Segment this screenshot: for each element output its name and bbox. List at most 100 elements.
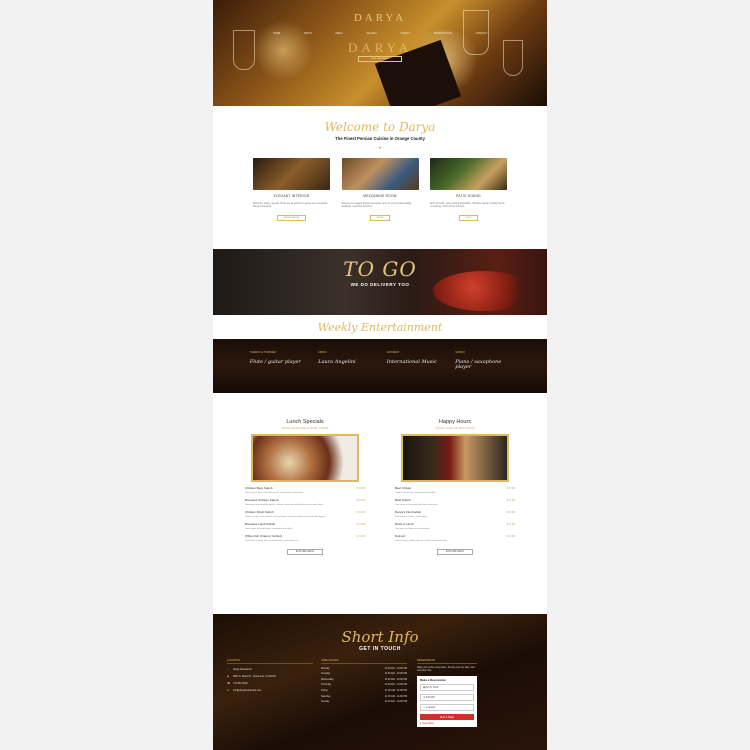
page: DARYA Home About Menu Gallery Events Res… <box>213 0 547 750</box>
room-name: Mezzanine Room <box>363 194 397 198</box>
item-name: Boneless Lamb Kabob <box>245 522 276 527</box>
room-button[interactable]: Visit <box>458 215 479 221</box>
menu-title: Happy Hours <box>438 419 472 425</box>
nav-item[interactable]: Events <box>401 32 411 35</box>
item-price: $ 5.95 <box>506 486 515 490</box>
item-name: Boneless Chicken Kabob <box>245 498 279 503</box>
hours-day: Wednesday <box>321 677 334 681</box>
menu-item: Beef Kabob $ 5.95 Two skewers of ground b… <box>395 498 515 506</box>
short-info-section: Short Info GET IN TOUCH Location ⌂ Darya … <box>213 614 547 750</box>
menu-image <box>251 434 359 482</box>
menu-item: Boneless Chicken Kabob $ 8.95 Deliciously… <box>245 498 365 506</box>
entertainment-day: Saturday <box>386 351 400 354</box>
time-field[interactable]: ◷ 6:00 PM <box>420 693 474 702</box>
hours-time: 11:30 AM - 11:00 PM <box>384 694 407 698</box>
location-line[interactable]: ☎ 714.557.6600 <box>227 682 313 685</box>
hero-menu-button[interactable]: Explore Menu <box>358 56 402 62</box>
entertainment-item: Sunday Piano / saxophone player <box>455 351 510 393</box>
weekly-title: Weekly Entertainment <box>317 321 443 334</box>
entertainment-act: Flute / guitar player <box>249 359 301 365</box>
hours-time: 11:30 AM - 10:00 PM <box>384 683 407 687</box>
item-price: $ 8.95 <box>356 498 365 503</box>
nav-item[interactable]: Menu <box>336 32 343 35</box>
nav-item[interactable]: Contact <box>476 32 487 35</box>
entertainment-item: Friday Laura Angelini <box>318 351 373 393</box>
room-button[interactable]: Reservation <box>276 215 307 221</box>
party-value: 2 people <box>426 706 436 710</box>
info-columns: Location ⌂ Darya Restaurant ◉ 3800 S. Plaz… <box>213 652 547 728</box>
entertainment-day: Tuesday & Thursday <box>249 351 277 354</box>
hours-day: Tuesday <box>321 672 331 676</box>
nav-item[interactable]: Gallery <box>366 32 377 35</box>
item-name: White Fish (Fried or Grilled) <box>245 534 282 539</box>
hours-day: Friday <box>321 688 328 692</box>
room-button[interactable]: Book <box>369 215 391 221</box>
column-heading: Location <box>227 659 313 664</box>
item-desc: Deliciously marinated boneless chicken s… <box>245 503 324 506</box>
hero-heading: DARYA <box>347 40 413 55</box>
menu-item: White Fish (Fried or Grilled) $ 9.95 Fres… <box>245 534 365 542</box>
item-name: Chicken Barg Kabob <box>245 486 273 490</box>
item-price: $ 6.95 <box>506 522 515 527</box>
location-text: Darya Restaurant <box>233 668 252 671</box>
entertainment-day: Sunday <box>455 351 466 354</box>
main-nav: Home About Menu Gallery Events Reservati… <box>273 32 487 35</box>
menu-item: Dolmeh $ 4.95 Grape leaves stuffed with r… <box>395 534 515 542</box>
menu-item: Beef Chislet $ 5.95 Tender cuts of beef, … <box>395 486 515 494</box>
room-name: Elegant Interior <box>273 194 310 198</box>
item-desc: Lean cubes of tender lamb, marinated and… <box>245 527 293 530</box>
entertainment-act: Laura Angelini <box>318 359 356 365</box>
menus-section: Lunch Specials Monday through Friday 11:… <box>213 393 547 614</box>
site-logo[interactable]: DARYA <box>213 12 547 24</box>
menu-item: Boneless Lamb Kabob $ 9.95 Lean cubes of … <box>245 522 365 530</box>
menu-image <box>401 434 509 482</box>
hours-day: Sunday <box>321 700 330 704</box>
hours-time: 11:30 AM - 10:00 PM <box>384 677 407 681</box>
hours-row: Monday 11:30 AM - 10:00 PM <box>321 667 407 670</box>
entertainment-day: Friday <box>318 351 327 354</box>
find-table-button[interactable]: Find a Table <box>420 714 474 721</box>
explore-menu-button[interactable]: Explore Menu <box>436 549 474 556</box>
location-line: ⌂ Darya Restaurant <box>227 668 313 671</box>
welcome-section: Welcome to Darya The Finest Persian Cuis… <box>213 106 547 249</box>
party-size-field[interactable]: ☺ 2 people <box>420 703 474 712</box>
room-text: Reserve our elegant private mezzanine ro… <box>341 203 412 208</box>
explore-menu-button[interactable]: Explore Menu <box>286 549 324 556</box>
widget-title: Make a Reservation <box>420 677 447 682</box>
hours-row: Friday 11:30 AM - 11:00 PM <box>321 689 407 692</box>
date-value: Apr 5, 2016 <box>425 686 439 690</box>
hours-time: 11:30 AM - 10:00 PM <box>384 672 407 676</box>
date-field[interactable]: ▦ Apr 5, 2016 <box>420 684 474 692</box>
location-text: 714.557.6600 <box>233 682 248 685</box>
entertainment-act: Piano / saxophone player <box>455 359 502 370</box>
room-name: Patio Dining <box>456 194 481 198</box>
location-line[interactable]: ✉ info@daryarestaurant.com <box>227 689 313 692</box>
item-price: $ 8.95 <box>356 510 365 515</box>
togo-title: TO GO <box>343 257 417 281</box>
entertainment-item: Saturday International Music <box>387 351 442 393</box>
room-card: Patio Dining Don't just wait - take a di… <box>430 158 507 221</box>
hours-time: 11:30 AM - 10:00 PM <box>384 666 407 670</box>
hours-day: Saturday <box>321 694 331 698</box>
location-column: Location ⌂ Darya Restaurant ◉ 3800 S. Plaz… <box>227 659 313 727</box>
nav-item[interactable]: Reservations <box>434 32 452 35</box>
entertainment-item: Tuesday & Thursday Flute / guitar player <box>250 351 305 393</box>
info-title: Short Info <box>341 628 419 646</box>
item-desc: Tender cuts of beef, marinated and grill… <box>395 491 436 494</box>
nav-item[interactable]: Home <box>273 32 280 35</box>
time-value: 6:00 PM <box>425 696 435 700</box>
item-price: $ 4.95 <box>506 534 515 539</box>
item-price: $ 5.95 <box>506 498 515 503</box>
opentable-text: OpenTable <box>422 722 434 726</box>
menu-item: Darya's Filet Kabob $ 6.95 Filet mignon c… <box>395 510 515 518</box>
reservation-column: Reservation Make your online reservation… <box>417 659 477 728</box>
item-desc: Lean, juicy cubes of chicken breast, bar… <box>245 491 304 494</box>
location-text: info@daryarestaurant.com <box>233 689 262 692</box>
item-name: Rack of Lamb <box>395 522 414 527</box>
room-image <box>430 158 507 190</box>
item-name: Chicken Shish Kabob <box>245 510 274 515</box>
happy-hour-menu: Happy Hours Monday - Friday 4:00 PM to 7… <box>395 419 515 614</box>
opentable-logo: ● OpenTable <box>420 722 474 725</box>
nav-item[interactable]: About <box>304 32 312 35</box>
item-price: $ 8.95 <box>356 486 365 490</box>
